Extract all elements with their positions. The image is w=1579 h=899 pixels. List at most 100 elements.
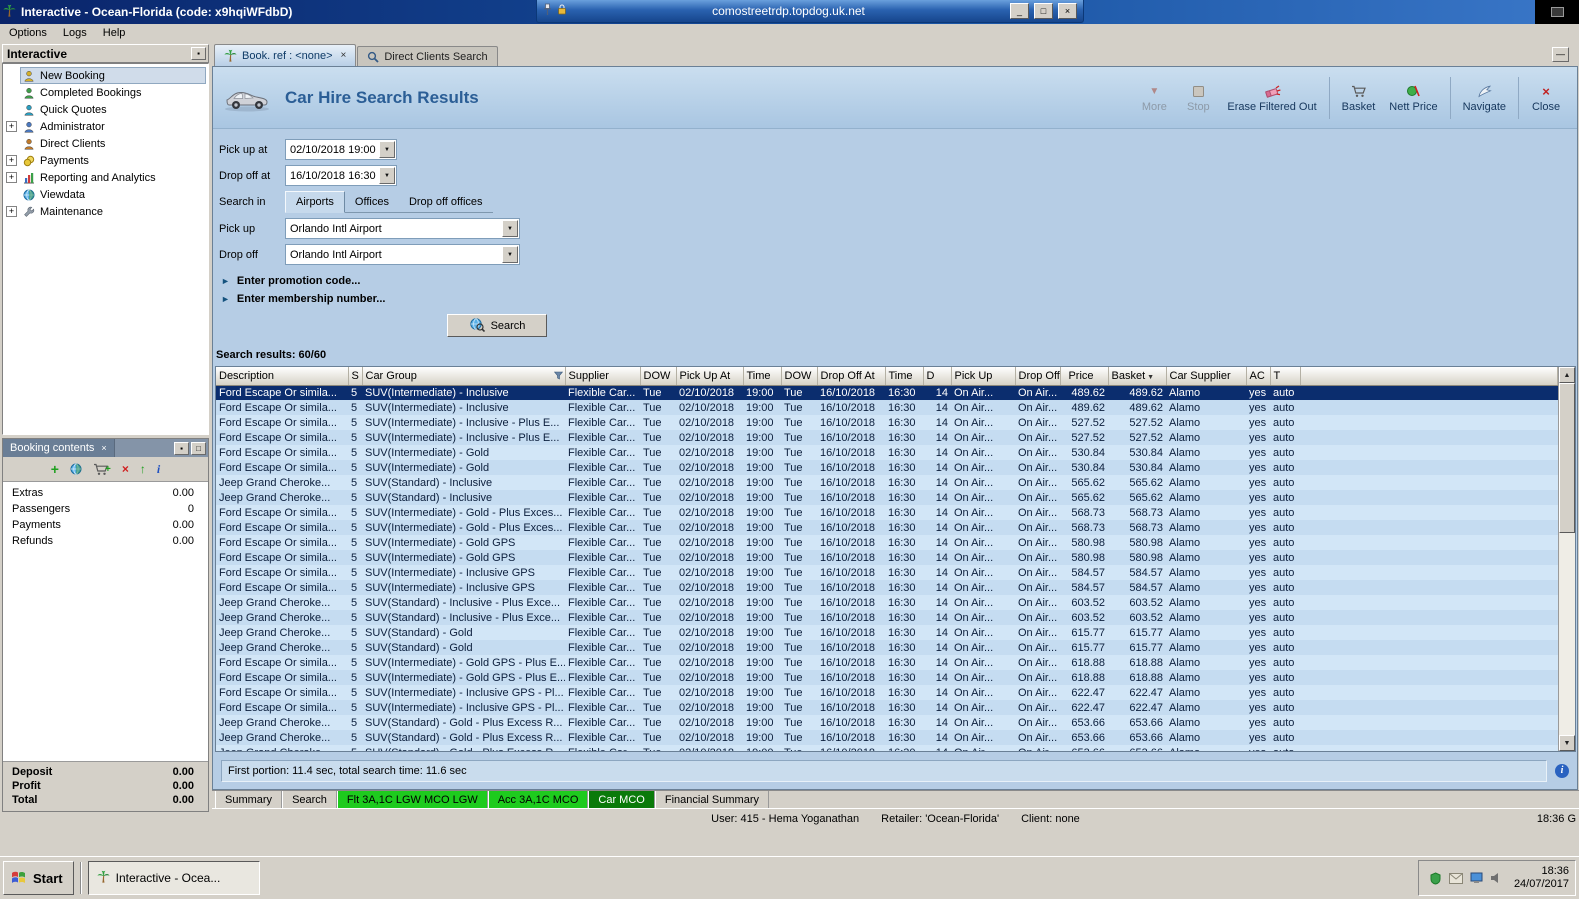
membership-expander[interactable]: ► Enter membership number... <box>221 291 1577 306</box>
nett-price-button[interactable]: Nett Price <box>1383 81 1443 115</box>
table-row[interactable]: Jeep Grand Cheroke...5SUV(Standard) - Go… <box>216 640 1558 655</box>
tray-shield-icon[interactable] <box>1429 871 1442 885</box>
scrollbar-track[interactable] <box>1559 533 1575 735</box>
table-row[interactable]: Ford Escape Or simila... 5 SUV(Intermediat… <box>216 670 1558 685</box>
chevron-down-icon[interactable]: ▼ <box>379 167 395 184</box>
sidebar-item-viewdata[interactable]: Viewdata <box>3 186 208 203</box>
sidebar-item-direct-clients[interactable]: Direct Clients <box>3 135 208 152</box>
booking-row-payments[interactable]: Payments 0.00 <box>3 517 208 533</box>
table-row[interactable]: Ford Escape Or simila... 5 SUV(Intermediat… <box>216 430 1558 445</box>
menu-options[interactable]: Options <box>1 26 55 40</box>
column-header-time[interactable]: Time <box>885 367 924 386</box>
navigate-button[interactable]: Navigate <box>1457 81 1512 115</box>
collapse-panel-button[interactable]: ▪ <box>191 47 206 60</box>
scrollbar-thumb[interactable] <box>1559 383 1575 533</box>
info-icon[interactable]: i <box>1555 763 1569 778</box>
table-row[interactable]: Jeep Grand Cheroke...5SUV(Standard) - Go… <box>216 715 1558 730</box>
table-row[interactable]: Ford Escape Or simila... 5 SUV(Intermediat… <box>216 415 1558 430</box>
sidebar-item-payments[interactable]: + Payments <box>3 152 208 169</box>
table-row[interactable]: Ford Escape Or simila... 5 SUV(Intermediat… <box>216 385 1558 400</box>
rdp-restore-button[interactable]: □ <box>1034 3 1053 19</box>
column-header-supplier[interactable]: Supplier <box>565 367 641 386</box>
info-icon[interactable]: i <box>157 462 160 477</box>
table-row[interactable]: Ford Escape Or simila... 5 SUV(Intermediat… <box>216 505 1558 520</box>
column-header-ac[interactable]: AC <box>1246 367 1271 386</box>
basket-add-icon[interactable]: + <box>93 463 111 476</box>
chevron-down-icon[interactable]: ▼ <box>502 246 518 263</box>
minimize-document-button[interactable]: — <box>1552 47 1569 62</box>
tab-acc-3a-1c-mco[interactable]: Acc 3A,1C MCO <box>487 791 589 808</box>
column-header-description[interactable]: Description <box>216 367 349 386</box>
table-row[interactable]: Ford Escape Or simila... 5 SUV(Intermediat… <box>216 535 1558 550</box>
tab-car-mco[interactable]: Car MCO <box>588 791 655 808</box>
expand-icon[interactable]: + <box>6 121 17 132</box>
table-row[interactable]: Jeep Grand Cheroke... 5 SUV(Standard) - In… <box>216 490 1558 505</box>
erase-filtered-out-button[interactable]: Erase Filtered Out <box>1221 81 1322 115</box>
chevron-down-icon[interactable]: ▼ <box>379 141 395 158</box>
menu-logs[interactable]: Logs <box>55 26 95 40</box>
search-button[interactable]: Search <box>447 314 547 337</box>
table-row[interactable]: Ford Escape Or simila... 5 SUV(Intermediat… <box>216 400 1558 415</box>
dropoff-at-select[interactable]: 16/10/2018 16:30 ▼ <box>285 165 397 186</box>
pickup-at-select[interactable]: 02/10/2018 19:00 ▼ <box>285 139 397 160</box>
sidebar-item-completed-bookings[interactable]: Completed Bookings <box>3 84 208 101</box>
menu-help[interactable]: Help <box>95 26 134 40</box>
column-header-car-group[interactable]: Car Group <box>362 367 566 386</box>
pin-icon[interactable] <box>543 3 552 19</box>
table-row[interactable]: Ford Escape Or simila... 5 SUV(Intermediat… <box>216 565 1558 580</box>
table-row[interactable]: Jeep Grand Cheroke...5SUV(Standard) - Go… <box>216 625 1558 640</box>
filter-icon[interactable] <box>553 371 563 383</box>
rdp-minimize-button[interactable]: _ <box>1010 3 1029 19</box>
add-icon[interactable]: + <box>51 462 59 476</box>
column-header-dow[interactable]: DOW <box>640 367 677 386</box>
delete-icon[interactable]: × <box>122 462 129 476</box>
dropoff-location-select[interactable]: Orlando Intl Airport ▼ <box>285 244 520 265</box>
panel-minimize-button[interactable]: ▪ <box>174 441 189 455</box>
column-header-pick-up[interactable]: Pick Up <box>951 367 1016 386</box>
import-icon[interactable]: ↑ <box>140 462 146 476</box>
expand-icon[interactable]: + <box>6 206 17 217</box>
table-row[interactable]: Jeep Grand Cheroke...5SUV(Standard) - Go… <box>216 745 1558 751</box>
column-header-drop-off-at[interactable]: Drop Off At <box>817 367 886 386</box>
search-in-tab-airports[interactable]: Airports <box>285 191 345 213</box>
table-row[interactable]: Ford Escape Or simila... 5 SUV(Intermediat… <box>216 655 1558 670</box>
vertical-scrollbar[interactable]: ▲ ▼ <box>1558 367 1575 751</box>
sidebar-item-administrator[interactable]: + Administrator <box>3 118 208 135</box>
promo-code-expander[interactable]: ► Enter promotion code... <box>221 273 1577 288</box>
column-header-price[interactable]: Price <box>1060 367 1109 386</box>
sidebar-item-new-booking[interactable]: New Booking <box>3 67 208 84</box>
column-header-car-supplier[interactable]: Car Supplier <box>1166 367 1247 386</box>
table-row[interactable]: Ford Escape Or simila... 5 SUV(Intermediat… <box>216 550 1558 565</box>
scroll-down-icon[interactable]: ▼ <box>1559 735 1575 751</box>
start-button[interactable]: Start <box>3 861 74 895</box>
search-in-tab-drop-off-offices[interactable]: Drop off offices <box>398 192 493 213</box>
tray-display-icon[interactable] <box>1470 872 1483 884</box>
scroll-up-icon[interactable]: ▲ <box>1559 367 1575 383</box>
quote-icon[interactable] <box>70 463 82 475</box>
table-row[interactable]: Jeep Grand Cheroke... 5 SUV(Standard) - In… <box>216 475 1558 490</box>
table-row[interactable]: Ford Escape Or simila... 5 SUV(Intermediat… <box>216 520 1558 535</box>
chevron-down-icon[interactable]: ▼ <box>502 220 518 237</box>
column-header-d[interactable]: D <box>923 367 952 386</box>
sidebar-item-reporting-and-analytics[interactable]: + Reporting and Analytics <box>3 169 208 186</box>
column-header-drop-off[interactable]: Drop Off <box>1015 367 1061 386</box>
column-header-s[interactable]: S <box>348 367 363 386</box>
tab-book-ref-none[interactable]: Book. ref : <none> × <box>214 44 357 66</box>
sidebar-item-maintenance[interactable]: + Maintenance <box>3 203 208 220</box>
tray-volume-icon[interactable] <box>1490 872 1502 884</box>
booking-row-refunds[interactable]: Refunds 0.00 <box>3 533 208 549</box>
table-row[interactable]: Ford Escape Or simila... 5 SUV(Intermediat… <box>216 700 1558 715</box>
table-row[interactable]: Jeep Grand Cheroke...5SUV(Standard) - Go… <box>216 730 1558 745</box>
booking-contents-tab[interactable]: Booking contents × <box>3 439 115 457</box>
tab-summary[interactable]: Summary <box>215 791 283 808</box>
table-row[interactable]: Ford Escape Or simila... 5 SUV(Intermediat… <box>216 445 1558 460</box>
pickup-location-select[interactable]: Orlando Intl Airport ▼ <box>285 218 520 239</box>
expand-icon[interactable]: + <box>6 172 17 183</box>
column-header-dow[interactable]: DOW <box>781 367 818 386</box>
column-header-pick-up-at[interactable]: Pick Up At <box>676 367 744 386</box>
panel-restore-button[interactable]: □ <box>191 441 206 455</box>
basket-button[interactable]: Basket <box>1336 81 1382 115</box>
close-booking-contents-icon[interactable]: × <box>101 443 106 453</box>
booking-row-extras[interactable]: Extras 0.00 <box>3 485 208 501</box>
table-row[interactable]: Ford Escape Or simila... 5 SUV(Intermediat… <box>216 580 1558 595</box>
